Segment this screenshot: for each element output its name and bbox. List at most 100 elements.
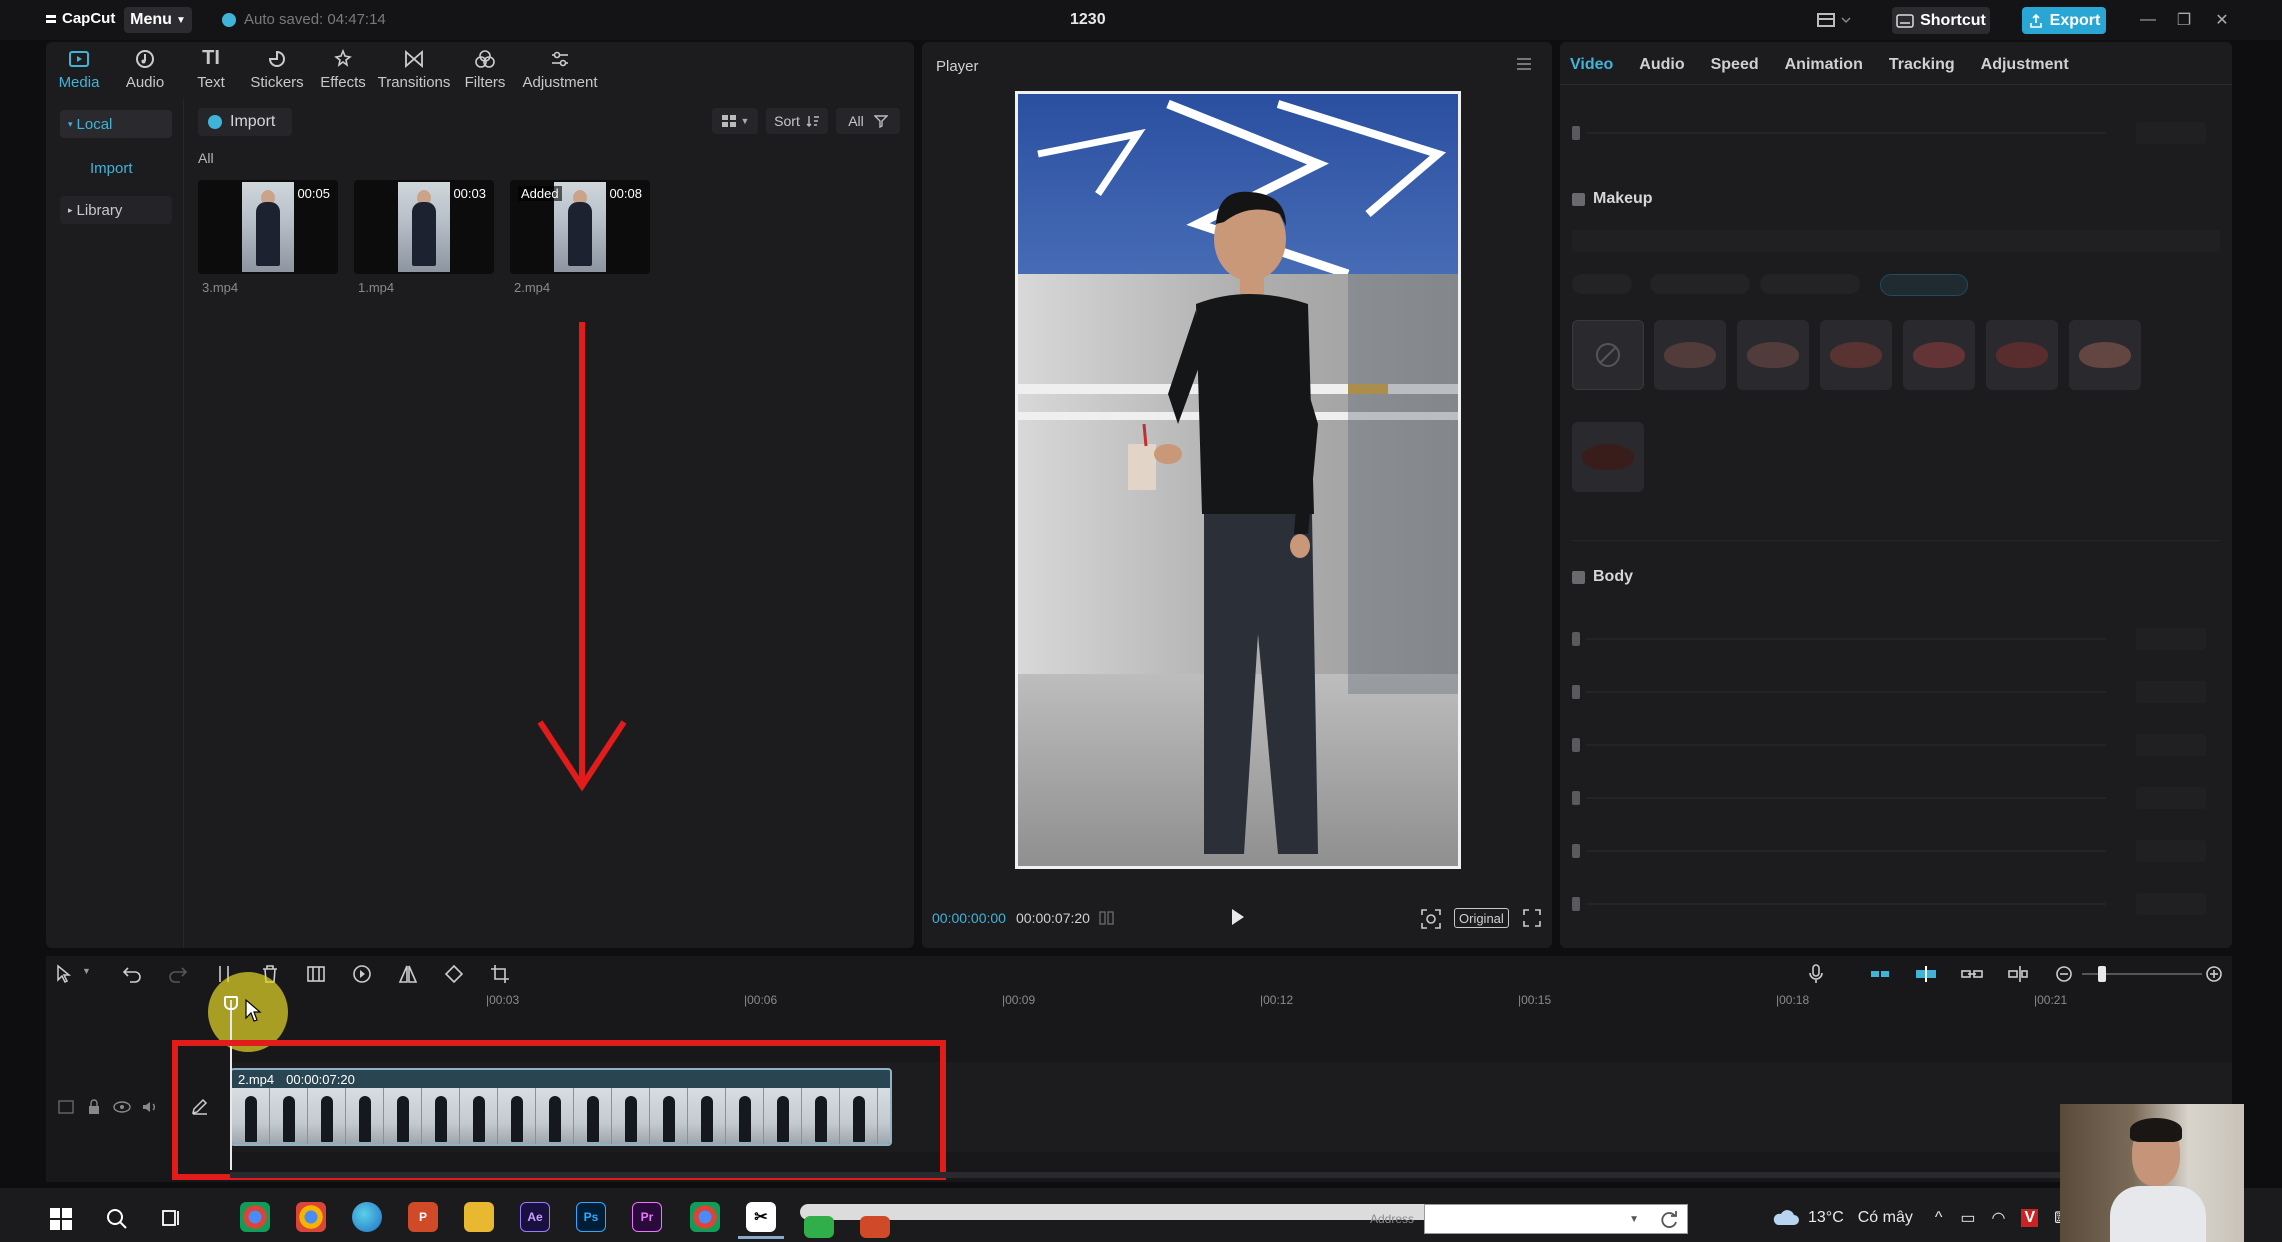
edge-icon[interactable] [352, 1202, 382, 1232]
restore-icon[interactable]: ❐ [2172, 10, 2196, 30]
preview-axis-icon[interactable] [2006, 962, 2030, 986]
tab-audio[interactable]: Audio [112, 44, 178, 94]
slider-row[interactable] [1572, 787, 2220, 809]
sort-button[interactable]: Sort [766, 108, 828, 134]
body-checkbox[interactable] [1572, 570, 1585, 584]
menu-button[interactable]: Menu ▼ [124, 7, 192, 33]
tab-adjustment[interactable]: Adjustment [518, 44, 602, 94]
lip-style-option[interactable] [1654, 320, 1726, 390]
tab-video[interactable]: Video [1570, 56, 1613, 74]
app-icon[interactable] [860, 1216, 890, 1238]
slider-row[interactable] [1572, 893, 2220, 915]
tab-stickers[interactable]: Stickers [244, 44, 310, 94]
media-item-1[interactable]: 00:03 [354, 180, 494, 274]
zoom-slider-handle[interactable] [2098, 966, 2106, 982]
hamburger-menu-icon[interactable] [1514, 56, 1534, 72]
screenshot-icon[interactable] [1420, 908, 1442, 930]
tab-text[interactable]: TI Text [178, 44, 244, 94]
network-icon[interactable]: ▭ [1960, 1208, 1975, 1228]
timecode-grid-icon[interactable] [1098, 910, 1116, 926]
slider-row[interactable] [1572, 840, 2220, 862]
chevron-up-icon[interactable]: ^ [1935, 1209, 1943, 1227]
eye-icon[interactable] [112, 1098, 132, 1116]
zoom-out-icon[interactable] [2052, 962, 2076, 986]
chrome-profile-icon[interactable] [690, 1202, 720, 1232]
timeline-ruler[interactable] [230, 992, 2230, 1012]
task-view-icon[interactable] [158, 1206, 184, 1232]
lip-style-option[interactable] [1903, 320, 1975, 390]
minimize-icon[interactable]: — [2136, 10, 2160, 30]
rotate-icon[interactable] [442, 962, 466, 986]
lip-style-option[interactable] [1820, 320, 1892, 390]
slider-row[interactable] [1572, 122, 2220, 144]
makeup-section[interactable]: Makeup [1572, 190, 1653, 208]
tab-transitions[interactable]: Transitions [376, 44, 452, 94]
tab-speed[interactable]: Speed [1711, 56, 1759, 74]
export-button[interactable]: Export [2022, 7, 2106, 34]
shortcut-button[interactable]: Shortcut [1892, 7, 1990, 34]
tab-tracking[interactable]: Tracking [1889, 56, 1955, 74]
tab-effects[interactable]: Effects [310, 44, 376, 94]
ratio-button[interactable]: Original [1454, 908, 1509, 928]
lip-style-option[interactable] [2069, 320, 2141, 390]
timeline-scrollbar[interactable] [230, 1172, 2232, 1178]
makeup-dropdown[interactable] [1572, 230, 2220, 252]
search-icon[interactable] [104, 1206, 130, 1232]
lock-icon[interactable] [84, 1098, 104, 1116]
slider-row[interactable] [1572, 681, 2220, 703]
makeup-chip-active[interactable] [1880, 274, 1968, 296]
tab-audio-inspector[interactable]: Audio [1639, 56, 1684, 74]
tab-filters[interactable]: Filters [452, 44, 518, 94]
slider-row[interactable] [1572, 734, 2220, 756]
filter-button[interactable]: All [836, 108, 900, 134]
makeup-chip[interactable] [1572, 274, 1632, 294]
refresh-icon[interactable] [1658, 1208, 1680, 1230]
makeup-chip[interactable] [1760, 274, 1860, 294]
lip-none-option[interactable] [1572, 320, 1644, 390]
cover-icon[interactable] [56, 1098, 76, 1116]
body-section[interactable]: Body [1572, 568, 1633, 586]
sidebar-item-import[interactable]: Import [60, 154, 172, 182]
wifi-icon[interactable]: ◠ [1992, 1208, 2006, 1228]
zoom-in-icon[interactable] [2202, 962, 2226, 986]
address-input[interactable]: ▼ [1424, 1204, 1688, 1234]
lip-style-option[interactable] [1986, 320, 2058, 390]
undo-icon[interactable] [120, 962, 144, 986]
media-item-3[interactable]: 00:05 [198, 180, 338, 274]
after-effects-icon[interactable]: Ae [520, 1202, 550, 1232]
chevron-down-icon[interactable]: ▼ [82, 966, 91, 976]
reverse-icon[interactable] [350, 962, 374, 986]
premiere-icon[interactable]: Pr [632, 1202, 662, 1232]
crop-icon[interactable] [488, 962, 512, 986]
mirror-icon[interactable] [396, 962, 420, 986]
fullscreen-icon[interactable] [1522, 908, 1542, 928]
playhead-handle[interactable] [224, 996, 238, 1010]
vietkey-icon[interactable]: V [2021, 1209, 2039, 1227]
photoshop-icon[interactable]: Ps [576, 1202, 606, 1232]
view-toggle-button[interactable]: ▼ [712, 108, 758, 134]
main-track-magnet-icon[interactable] [1868, 962, 1892, 986]
file-explorer-icon[interactable] [464, 1202, 494, 1232]
lip-style-option[interactable] [1572, 422, 1644, 492]
play-icon[interactable] [1226, 906, 1248, 928]
tab-animation[interactable]: Animation [1785, 56, 1863, 74]
close-icon[interactable]: ✕ [2210, 10, 2234, 30]
import-button[interactable]: Import [198, 108, 292, 136]
tab-adjustment-inspector[interactable]: Adjustment [1981, 56, 2069, 74]
sidebar-item-library[interactable]: ▸ Library [60, 196, 172, 224]
slider-row[interactable] [1572, 628, 2220, 650]
redo-icon[interactable] [166, 962, 190, 986]
freeze-frame-icon[interactable] [304, 962, 328, 986]
tab-media[interactable]: Media [46, 44, 112, 94]
media-item-2[interactable]: Added 00:08 [510, 180, 650, 274]
volume-icon[interactable] [140, 1098, 160, 1116]
link-icon[interactable] [1960, 962, 1984, 986]
chrome-icon[interactable] [296, 1202, 326, 1232]
video-preview[interactable] [1015, 91, 1461, 869]
capcut-taskbar-icon[interactable]: ✂ [746, 1202, 776, 1232]
sidebar-item-local[interactable]: ▾ Local [60, 110, 172, 138]
microphone-icon[interactable] [1804, 962, 1828, 986]
makeup-chip[interactable] [1650, 274, 1750, 294]
chrome-icon[interactable] [240, 1202, 270, 1232]
auto-snap-icon[interactable] [1914, 962, 1938, 986]
